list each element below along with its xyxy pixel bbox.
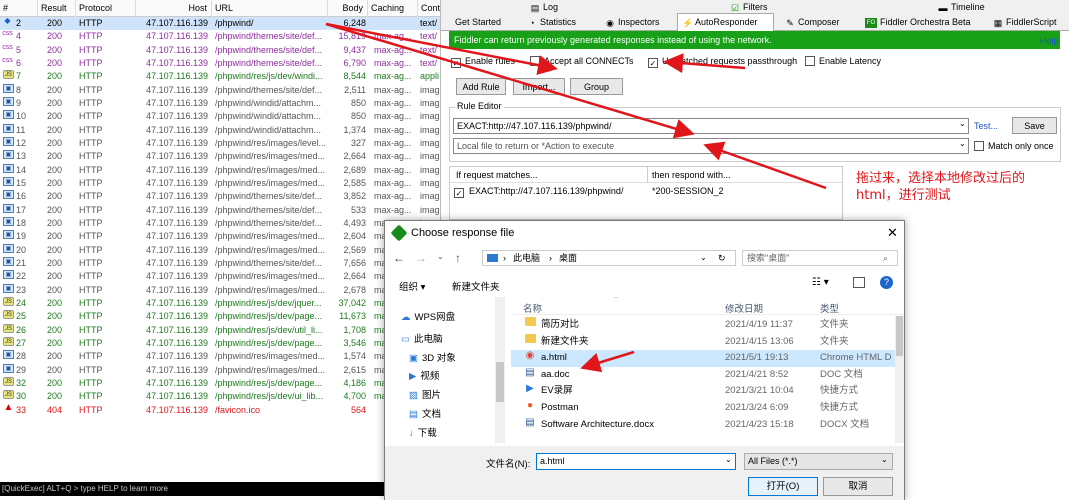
arrow-to-action-input [703,141,827,190]
arrow-to-html-file [580,350,635,373]
arrow-to-accept-connects [325,22,558,75]
annotation-arrows [325,22,827,373]
arrow-to-unmatched [663,53,746,74]
arrow-to-match-input [325,22,695,139]
